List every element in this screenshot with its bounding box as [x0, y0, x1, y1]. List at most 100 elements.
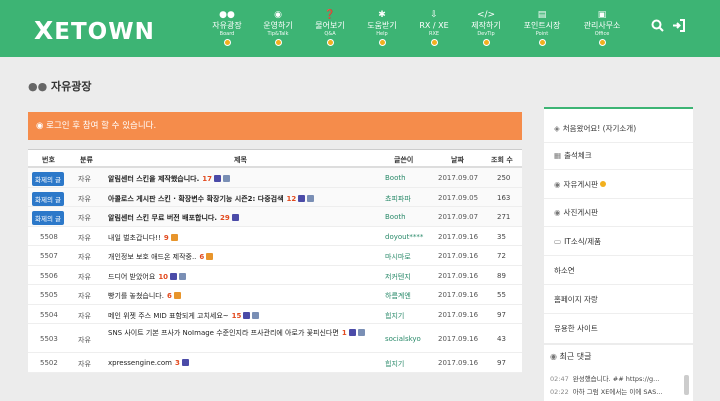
row-cat: 자유 [78, 360, 91, 368]
logo-mark: X [34, 16, 55, 45]
row-author[interactable]: Booth [385, 174, 406, 182]
sidebar-item-label: 자유게시판 [563, 180, 599, 189]
image-tag-icon [214, 175, 222, 182]
sidebar-item-intro[interactable]: ◈ 처음왔어요! (자기소개) [554, 123, 636, 134]
row-cat: 자유 [78, 292, 91, 300]
table-row[interactable]: 화제의 글 자유 알림센터 스킨을 제작했습니다. 17 Booth 2017.0… [28, 168, 522, 188]
board-table: 번호 분류 제목 글쓴이 날짜 조회 수 화제의 글 자유 알림센터 스킨을 제… [28, 149, 522, 373]
sidebar-item-complain[interactable]: 하소연 [554, 265, 575, 276]
sidebar-item-free[interactable]: ◉ 자유게시판 [554, 179, 607, 190]
row-title[interactable]: 개인정보 보호 애드온 제작중.. 6 [108, 252, 214, 262]
new-tag-icon [206, 253, 214, 260]
col-title: 제목 [234, 156, 247, 164]
row-title-text: 개인정보 보호 애드온 제작중.. [108, 253, 197, 261]
table-row[interactable]: 5504 자유 메인 위젯 주스 MID 표함되게 고치세요~ 15 힙지기 20… [28, 305, 522, 324]
page-title: ●● 자유광장 [28, 78, 92, 94]
table-row[interactable]: 화제의 글 자유 알림센터 스킨 무료 버전 배포합니다. 29 Booth 20… [28, 207, 522, 227]
row-title[interactable]: xpressengine.com 3 [108, 359, 189, 367]
row-title[interactable]: 내일 벌초갑니다!! 9 [108, 233, 178, 243]
row-date: 2017.09.16 [438, 232, 479, 241]
row-title-text: 메인 위젯 주스 MID 표함되게 고치세요~ [108, 311, 229, 320]
new-dot-icon [598, 39, 606, 46]
login-icon[interactable] [672, 19, 685, 36]
sidebar-item-showcase[interactable]: 홈페이지 자랑 [554, 294, 598, 305]
camera-icon: ◉ [554, 208, 561, 217]
row-author[interactable]: 마시마로 [385, 252, 411, 262]
nav-office[interactable]: ▣ 관리사무소 Office [572, 10, 632, 48]
login-notice[interactable]: ◉ 로그인 후 참여 할 수 있습니다. [28, 112, 522, 140]
row-views: 271 [497, 213, 511, 221]
nav-rxe[interactable]: ⇩ RX / XE RXE [404, 10, 464, 48]
table-row[interactable]: 5506 자유 드디어 받았어요 10 저커텐지 2017.09.16 89 [28, 266, 522, 285]
nav-label: RX / XE [419, 21, 449, 30]
recent-comment-item[interactable]: 02:22 아하 그럼 XE에서는 이에 SAS... [550, 386, 662, 396]
row-title[interactable]: SNS 사이트 기본 프사가 NoImage 수준인지라 프사관리에 아로가 꽃… [108, 328, 383, 338]
row-date: 2017.09.07 [438, 174, 479, 182]
table-row[interactable]: 5505 자유 빵기를 놓쳤습니다. 6 하름계엔 2017.09.16 55 [28, 285, 522, 305]
file-tag-icon [179, 272, 187, 280]
nav-point[interactable]: ▤ 포인트시장 Point [512, 10, 572, 48]
row-author[interactable]: doyout**** [385, 233, 423, 241]
nav-qna[interactable]: ❓ 물어보기 Q&A [300, 10, 360, 48]
sidebar-item-it[interactable]: ▭ IT소식/제품 [554, 236, 601, 247]
row-author[interactable]: Booth [385, 213, 406, 221]
row-author[interactable]: 저커텐지 [385, 272, 411, 282]
row-author[interactable]: 쵸피파파 [385, 194, 411, 204]
sidebar-item-label: 출석체크 [564, 151, 592, 160]
scrollbar[interactable] [684, 375, 689, 395]
chat-icon: ◉ [550, 352, 560, 361]
row-num: 5506 [40, 271, 58, 280]
table-row[interactable]: 5503 자유 SNS 사이트 기본 프사가 NoImage 수준인지라 프사관… [28, 324, 522, 353]
row-author[interactable]: 힙지기 [385, 311, 404, 321]
nav-devtip[interactable]: </> 제작하기 DevTip [456, 10, 516, 48]
col-views: 조회 수 [491, 156, 513, 164]
new-dot-icon [326, 39, 334, 46]
cart-icon: ▤ [537, 10, 547, 20]
comment-time: 02:22 [550, 388, 569, 396]
nav-label: 제작하기 [471, 21, 501, 30]
row-cat: 자유 [78, 233, 91, 242]
row-title[interactable]: 드디어 받았어요 10 [108, 272, 187, 282]
divider [544, 313, 693, 314]
sidebar-item-label: IT소식/제품 [564, 237, 602, 246]
row-views: 250 [497, 174, 511, 182]
col-num: 번호 [42, 156, 55, 164]
hot-badge: 화제의 글 [32, 172, 64, 186]
nav-help[interactable]: ✱ 도움받기 Help [352, 10, 412, 48]
search-icon[interactable] [651, 19, 664, 36]
row-title[interactable]: 알림센터 스킨 무료 버전 배포합니다. 29 [108, 213, 239, 223]
table-row[interactable]: 5507 자유 개인정보 보호 애드온 제작중.. 6 마시마로 2017.09.… [28, 246, 522, 266]
nav-label: 운영하기 [263, 21, 293, 30]
table-row[interactable]: 5508 자유 내일 벌초갑니다!! 9 doyout**** 2017.09.1… [28, 227, 522, 246]
row-cat: 자유 [78, 311, 91, 320]
row-author[interactable]: 힙지기 [385, 359, 404, 369]
image-tag-icon [348, 329, 356, 336]
table-row[interactable]: 5502 자유 xpressengine.com 3 힙지기 2017.09.16… [28, 353, 522, 373]
nav-tiptalk[interactable]: ◉ 운영하기 Tip&Talk [248, 10, 308, 48]
row-views: 89 [497, 271, 506, 280]
sidebar-item-photo[interactable]: ◉ 사진게시판 [554, 207, 598, 218]
hot-badge: 화제의 글 [32, 191, 64, 206]
row-title[interactable]: 알림센터 스킨을 제작했습니다. 17 [108, 174, 231, 184]
row-title[interactable]: 빵기를 놓쳤습니다. 6 [108, 291, 181, 301]
site-logo[interactable]: XETOWN [34, 16, 155, 45]
row-date: 2017.09.16 [438, 335, 479, 343]
divider [544, 255, 693, 256]
comment-count: 6 [199, 253, 205, 261]
table-row[interactable]: 화제의 글 자유 아콜로스 게시판 스킨 · 확장변수 확장기능 시즌2: 다중… [28, 187, 522, 207]
row-author[interactable]: socialskyo [385, 335, 421, 343]
recent-comment-item[interactable]: 02:47 완성했습니다. ## https://g... [550, 373, 659, 383]
row-views: 163 [497, 193, 511, 202]
row-title-text: 아콜로스 게시판 스킨 · 확장변수 확장기능 시즌2: 다중검색 [108, 194, 284, 203]
sidebar-item-useful[interactable]: 유용한 사이트 [554, 323, 598, 334]
row-title[interactable]: 메인 위젯 주스 MID 표함되게 고치세요~ 15 [108, 311, 260, 321]
row-num: 5502 [40, 359, 58, 367]
row-author[interactable]: 하름계엔 [385, 291, 411, 301]
divider [544, 226, 693, 227]
comment-count: 17 [202, 175, 213, 183]
row-views: 35 [497, 232, 506, 241]
comment-count: 29 [220, 214, 230, 222]
nav-label: 물어보기 [315, 21, 345, 30]
row-title[interactable]: 아콜로스 게시판 스킨 · 확장변수 확장기능 시즌2: 다중검색 12 [108, 194, 315, 204]
sidebar-item-attendance[interactable]: ▦ 출석체크 [554, 150, 592, 161]
